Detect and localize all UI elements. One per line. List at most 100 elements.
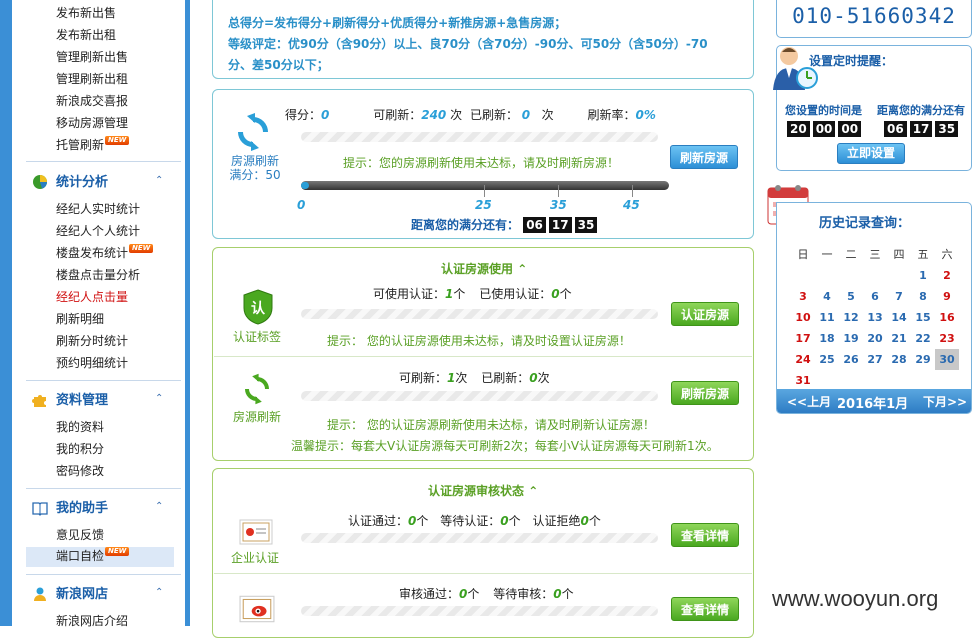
set-now-button[interactable]: 立即设置 xyxy=(837,143,905,164)
calendar-day[interactable]: 23 xyxy=(935,328,959,349)
cert-refresh-tip: 提示： 您的认证房源刷新使用未达标，请及时刷新认证房源！ xyxy=(327,418,655,432)
tick-label: 45 xyxy=(623,198,640,212)
rejected-label: 认证拒绝 xyxy=(532,514,581,528)
calendar-day[interactable]: 13 xyxy=(863,307,887,328)
calendar-day[interactable]: 16 xyxy=(935,307,959,328)
sidebar-item-feedback[interactable]: 意见反馈 xyxy=(56,526,104,544)
calendar-week: 24 25 26 27 28 29 30 xyxy=(791,349,959,370)
tick-label: 0 xyxy=(297,198,306,212)
calendar-day[interactable]: 2 xyxy=(935,265,959,286)
set-time-minutes: 00 xyxy=(812,121,836,137)
collapse-icon[interactable]: ⌃ xyxy=(155,175,163,186)
calendar-day[interactable]: 9 xyxy=(935,286,959,307)
sidebar-item-refresh-hourly[interactable]: 刷新分时统计 xyxy=(56,332,128,350)
sidebar-item-agent-personal[interactable]: 经纪人个人统计 xyxy=(56,222,140,240)
sidebar-item-publish-rent[interactable]: 发布新出租 xyxy=(56,26,116,44)
calendar-day[interactable]: 14 xyxy=(887,307,911,328)
collapse-icon[interactable]: ⌃ xyxy=(155,393,163,404)
calendar-week: 10 11 12 13 14 15 16 xyxy=(791,307,959,328)
calendar-day[interactable]: 3 xyxy=(791,286,815,307)
calendar-day[interactable]: 15 xyxy=(911,307,935,328)
calendar-day[interactable]: 18 xyxy=(815,328,839,349)
calendar-week: 31 xyxy=(791,370,959,391)
sidebar-item-manage-sale[interactable]: 管理刷新出售 xyxy=(56,48,128,66)
section-title-shop[interactable]: 新浪网店 xyxy=(56,586,108,604)
collapse-icon[interactable]: ⌃ xyxy=(517,262,527,276)
section-title-profile[interactable]: 资料管理 xyxy=(56,392,108,410)
countdown-seconds: 35 xyxy=(574,217,598,233)
sidebar-item-password[interactable]: 密码修改 xyxy=(56,462,104,480)
sidebar-item-estate-clicks[interactable]: 楼盘点击量分析 xyxy=(56,266,140,284)
new-badge: NEW xyxy=(105,136,130,145)
prev-month-link[interactable]: <<上月 xyxy=(787,393,831,410)
calendar-empty-cell xyxy=(815,265,839,286)
calendar-day[interactable]: 4 xyxy=(815,286,839,307)
refreshable-label: 可刷新： xyxy=(399,371,448,385)
calendar-day[interactable]: 8 xyxy=(911,286,935,307)
sidebar-item-manage-rent[interactable]: 管理刷新出租 xyxy=(56,70,128,88)
sidebar-item-refresh-detail[interactable]: 刷新明细 xyxy=(56,310,104,328)
decorative-stripe xyxy=(301,533,658,543)
view-details-button[interactable]: 查看详情 xyxy=(671,523,739,547)
collapse-icon[interactable]: ⌃ xyxy=(155,587,163,598)
waiting-label: 等待认证： xyxy=(440,514,501,528)
calendar-day[interactable]: 24 xyxy=(791,349,815,370)
sidebar-item-agent-realtime[interactable]: 经纪人实时统计 xyxy=(56,200,140,218)
calendar-day[interactable]: 21 xyxy=(887,328,911,349)
calendar-day[interactable]: 6 xyxy=(863,286,887,307)
section-title-assistant[interactable]: 我的助手 xyxy=(56,500,108,518)
calendar-day[interactable]: 12 xyxy=(839,307,863,328)
sidebar-item-shop-intro[interactable]: 新浪网店介绍 xyxy=(56,612,128,630)
calendar-empty-cell xyxy=(935,370,959,391)
audit-waiting-label: 等待审核： xyxy=(493,587,554,601)
view-details-button-2[interactable]: 查看详情 xyxy=(671,597,739,621)
certificate-icon xyxy=(239,519,273,545)
weibo-certificate-icon xyxy=(239,595,275,623)
sidebar-item-deal-news[interactable]: 新浪成交喜报 xyxy=(56,92,128,110)
collapse-icon[interactable]: ⌃ xyxy=(155,501,163,512)
sidebar-item-estate-publish[interactable]: 楼盘发布统计 NEW xyxy=(56,244,154,262)
refreshed-label: 已刷新： xyxy=(481,371,530,385)
remaining-hours: 06 xyxy=(884,121,907,137)
calendar-day[interactable]: 19 xyxy=(839,328,863,349)
section-title-stats[interactable]: 统计分析 xyxy=(56,174,108,192)
calendar-day[interactable]: 11 xyxy=(815,307,839,328)
cert-listings-button[interactable]: 认证房源 xyxy=(671,302,739,326)
sidebar-item-agent-clicks[interactable]: 经纪人点击量 xyxy=(56,288,128,306)
calendar-day[interactable]: 25 xyxy=(815,349,839,370)
calendar-day[interactable]: 17 xyxy=(791,328,815,349)
cert-shield-icon: 认 xyxy=(243,289,273,325)
calendar-day[interactable]: 7 xyxy=(887,286,911,307)
tick-mark xyxy=(632,185,633,197)
sidebar-item-booking-detail[interactable]: 预约明细统计 xyxy=(56,354,128,372)
calendar-day[interactable]: 20 xyxy=(863,328,887,349)
calendar-day[interactable]: 10 xyxy=(791,307,815,328)
calendar-day[interactable]: 30 xyxy=(935,349,959,370)
calendar-day[interactable]: 28 xyxy=(887,349,911,370)
sidebar-item-publish-sale[interactable]: 发布新出售 xyxy=(56,4,116,22)
sidebar-item-hosted-refresh[interactable]: 托管刷新 NEW xyxy=(56,136,130,154)
refresh-listings-button[interactable]: 刷新房源 xyxy=(670,145,738,169)
set-time-seconds: 00 xyxy=(838,121,862,137)
sidebar-item-my-profile[interactable]: 我的资料 xyxy=(56,418,104,436)
calendar-day[interactable]: 29 xyxy=(911,349,935,370)
calendar-day[interactable]: 31 xyxy=(791,370,815,391)
calendar-day[interactable]: 27 xyxy=(863,349,887,370)
remaining-label: 距离您的满分还有 xyxy=(877,104,965,117)
weekday-label: 六 xyxy=(941,248,953,261)
sidebar-item-mobile[interactable]: 移动房源管理 xyxy=(56,114,128,132)
calendar-empty-cell xyxy=(887,370,911,391)
cert-refresh-caption: 房源刷新 xyxy=(232,410,281,424)
countdown-hours: 06 xyxy=(523,217,546,233)
sidebar-item-my-points[interactable]: 我的积分 xyxy=(56,440,104,458)
collapse-icon[interactable]: ⌃ xyxy=(528,484,538,498)
calendar-day[interactable]: 26 xyxy=(839,349,863,370)
calendar-day[interactable]: 22 xyxy=(911,328,935,349)
calendar-day[interactable]: 5 xyxy=(839,286,863,307)
next-month-link[interactable]: 下月>> xyxy=(923,393,967,410)
sidebar-item-port-check[interactable]: 端口自检 NEW xyxy=(26,547,174,567)
used-value: 0 xyxy=(551,287,560,301)
calendar-day[interactable]: 1 xyxy=(911,265,935,286)
cert-refresh-button[interactable]: 刷新房源 xyxy=(671,381,739,405)
set-time-hours: 20 xyxy=(787,121,810,137)
